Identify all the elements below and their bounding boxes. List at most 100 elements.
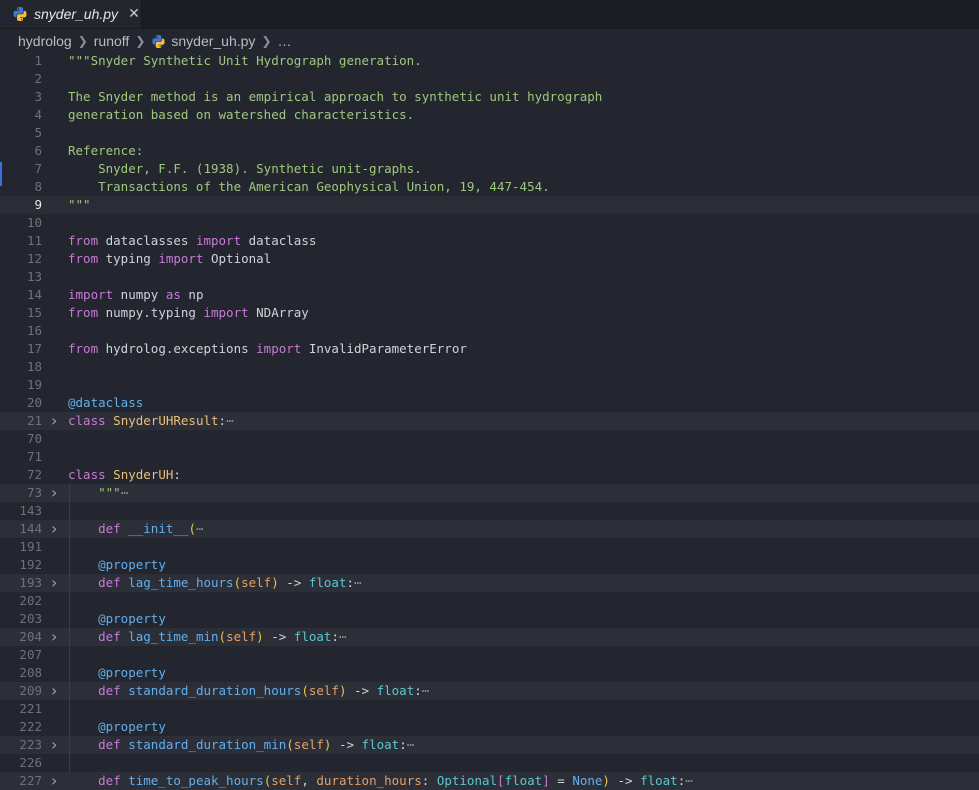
code-line[interactable]: 192 @property (0, 556, 979, 574)
code-token: from (68, 305, 99, 320)
line-number: 192 (19, 557, 42, 572)
line-number: 72 (26, 467, 42, 482)
fold-chevron-icon[interactable]: › (51, 682, 57, 700)
code-line[interactable]: 20 @dataclass (0, 394, 979, 412)
code-line[interactable]: 203 @property (0, 610, 979, 628)
fold-chevron-icon[interactable]: › (51, 520, 57, 538)
code-line[interactable]: 143 (0, 502, 979, 520)
code-line[interactable]: 3 The Snyder method is an empirical appro… (0, 88, 979, 106)
code-token: time_to_peak_hours (128, 773, 264, 788)
code-line[interactable]: 17 from hydrolog.exceptions import Invali… (0, 340, 979, 358)
code-line[interactable]: 221 (0, 700, 979, 718)
breadcrumb-item-file[interactable]: snyder_uh.py (171, 33, 255, 49)
code-line[interactable]: 72 class SnyderUH: (0, 466, 979, 484)
code-line[interactable]: 12 from typing import Optional (0, 250, 979, 268)
code-line[interactable]: 18 (0, 358, 979, 376)
code-line[interactable]: 9 """ (0, 196, 979, 214)
fold-chevron-icon[interactable]: › (51, 574, 57, 592)
code-token: : (218, 413, 227, 428)
code-token: float (308, 575, 347, 590)
code-line[interactable]: 207 (0, 646, 979, 664)
code-token: self (226, 629, 257, 644)
code-line[interactable]: 191 (0, 538, 979, 556)
code-token: The Snyder method is an empirical approa… (68, 89, 603, 104)
code-line[interactable]: 21 › class SnyderUHResult:⋯ (0, 412, 979, 430)
code-line[interactable]: 73 › """⋯ (0, 484, 979, 502)
tab-bar: snyder_uh.py ✕ (0, 0, 979, 29)
code-line[interactable]: 208 @property (0, 664, 979, 682)
code-text: def standard_duration_min(self) -> float… (68, 736, 414, 754)
folded-ellipsis[interactable]: ⋯ (407, 737, 415, 752)
code-line[interactable]: 8 Transactions of the American Geophysic… (0, 178, 979, 196)
close-icon[interactable]: ✕ (128, 6, 140, 22)
folded-ellipsis[interactable]: ⋯ (226, 413, 234, 428)
code-line[interactable]: 16 (0, 322, 979, 340)
code-line[interactable]: 202 (0, 592, 979, 610)
code-text: """ (68, 196, 91, 214)
fold-chevron-icon[interactable]: › (51, 412, 57, 430)
code-editor[interactable]: 1 """Snyder Synthetic Unit Hydrograph gen… (0, 52, 979, 790)
code-line[interactable]: 226 (0, 754, 979, 772)
code-token: @property (98, 557, 166, 572)
code-line[interactable]: 10 (0, 214, 979, 232)
code-token: ] (542, 773, 550, 788)
code-line[interactable]: 223 › def standard_duration_min(self) -> … (0, 736, 979, 754)
code-line[interactable]: 7 Snyder, F.F. (1938). Synthetic unit-gr… (0, 160, 979, 178)
code-line[interactable]: 222 @property (0, 718, 979, 736)
line-number: 13 (26, 269, 42, 284)
breadcrumb-item-runoff[interactable]: runoff (94, 33, 130, 49)
code-line[interactable]: 1 """Snyder Synthetic Unit Hydrograph gen… (0, 52, 979, 70)
code-line[interactable]: 204 › def lag_time_min(self) -> float:⋯ (0, 628, 979, 646)
folded-ellipsis[interactable]: ⋯ (354, 575, 362, 590)
code-line[interactable]: 5 (0, 124, 979, 142)
code-line[interactable]: 4 generation based on watershed character… (0, 106, 979, 124)
folded-ellipsis[interactable]: ⋯ (422, 683, 430, 698)
line-number: 12 (26, 251, 42, 266)
breadcrumb-item-hydrolog[interactable]: hydrolog (18, 33, 72, 49)
code-line[interactable]: 144 › def __init__(⋯ (0, 520, 979, 538)
python-file-icon (152, 34, 165, 48)
code-line[interactable]: 6 Reference: (0, 142, 979, 160)
fold-chevron-icon[interactable]: › (51, 484, 57, 502)
code-line[interactable]: 13 (0, 268, 979, 286)
fold-chevron-icon[interactable]: › (51, 628, 57, 646)
line-number: 3 (34, 89, 42, 104)
fold-chevron-icon[interactable]: › (51, 772, 57, 790)
tab-snyder-uh[interactable]: snyder_uh.py ✕ (0, 0, 142, 28)
chevron-right-icon: ❯ (261, 34, 272, 48)
folded-ellipsis[interactable]: ⋯ (339, 629, 347, 644)
folded-ellipsis[interactable]: ⋯ (685, 773, 693, 788)
code-line[interactable]: 227 › def time_to_peak_hours(self, durati… (0, 772, 979, 790)
line-number: 2 (34, 71, 42, 86)
code-token: from (68, 251, 99, 266)
code-token: dataclasses (98, 233, 196, 248)
code-text: def lag_time_hours(self) -> float:⋯ (68, 574, 362, 592)
code-text: @property (68, 556, 166, 574)
code-line[interactable]: 209 › def standard_duration_hours(self) -… (0, 682, 979, 700)
code-text: @dataclass (68, 394, 143, 412)
code-token: def (98, 737, 121, 752)
code-text: def lag_time_min(self) -> float:⋯ (68, 628, 347, 646)
fold-chevron-icon[interactable]: › (51, 736, 57, 754)
code-line[interactable]: 70 (0, 430, 979, 448)
code-token: import (256, 341, 302, 356)
folded-ellipsis[interactable]: ⋯ (121, 485, 129, 500)
code-token: @property (98, 719, 166, 734)
code-line[interactable]: 71 (0, 448, 979, 466)
indent-guide (69, 484, 70, 772)
line-number: 11 (26, 233, 42, 248)
code-line[interactable]: 11 from dataclasses import dataclass (0, 232, 979, 250)
code-line[interactable]: 193 › def lag_time_hours(self) -> float:⋯ (0, 574, 979, 592)
line-number: 207 (19, 647, 42, 662)
breadcrumb-item-symbol[interactable]: … (278, 33, 292, 49)
code-line[interactable]: 15 from numpy.typing import NDArray (0, 304, 979, 322)
code-line[interactable]: 19 (0, 376, 979, 394)
code-token: standard_duration_min (128, 737, 287, 752)
code-line[interactable]: 14 import numpy as np (0, 286, 979, 304)
code-token: @dataclass (68, 395, 144, 410)
code-token: as (165, 287, 181, 302)
folded-ellipsis[interactable]: ⋯ (196, 521, 204, 536)
code-line[interactable]: 2 (0, 70, 979, 88)
